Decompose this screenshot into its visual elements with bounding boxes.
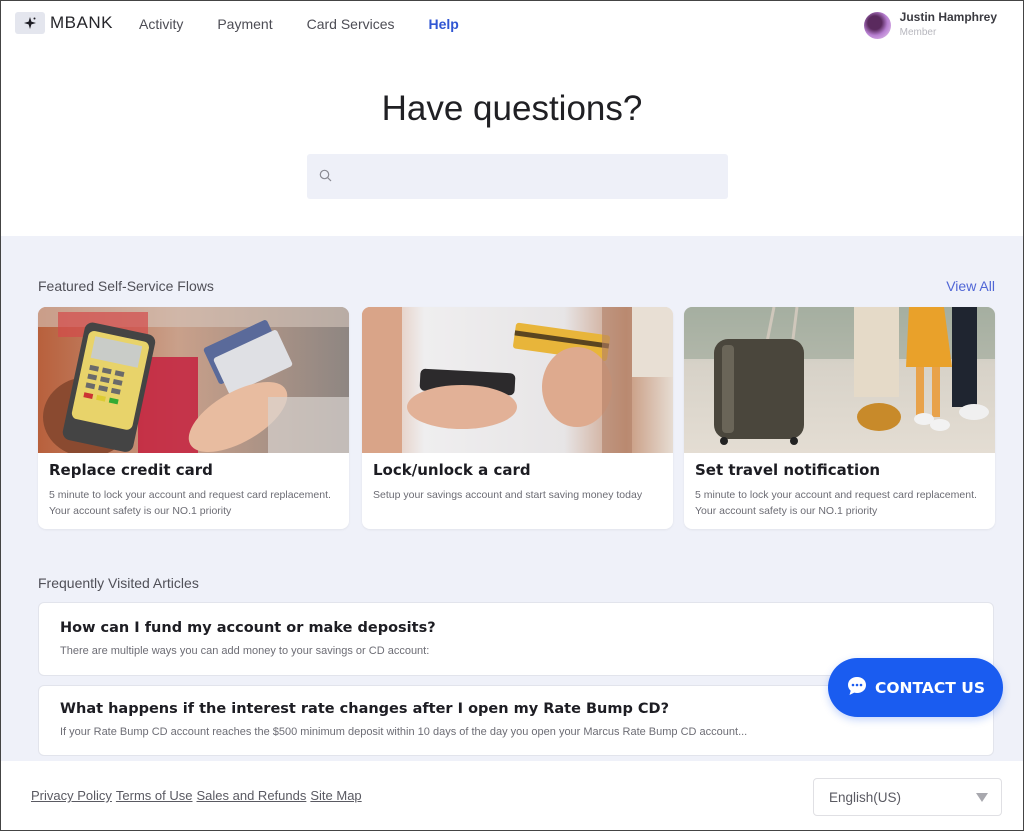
- flow-card-lock-unlock-card[interactable]: Lock/unlock a card Setup your savings ac…: [362, 307, 673, 529]
- chat-bubble-icon: [846, 675, 875, 701]
- flow-card-replace-credit-card[interactable]: Replace credit card 5 minute to lock you…: [38, 307, 349, 529]
- footer-links: Privacy Policy Terms of Use Sales and Re…: [31, 788, 366, 803]
- sparkle-logo-icon: [15, 12, 45, 34]
- card-title: Replace credit card: [49, 461, 213, 479]
- contact-us-label: CONTACT US: [875, 678, 985, 697]
- card-description: Setup your savings account and start sav…: [373, 489, 643, 501]
- card-description: 5 minute to lock your account and reques…: [695, 489, 977, 517]
- nav-payment[interactable]: Payment: [217, 16, 272, 32]
- caret-down-icon: [976, 793, 988, 802]
- search-bar[interactable]: [307, 154, 728, 199]
- articles-section-title: Frequently Visited Articles: [38, 575, 199, 591]
- footer-link-sales-and-refunds[interactable]: Sales and Refunds: [197, 788, 307, 803]
- featured-section-title: Featured Self-Service Flows: [38, 278, 214, 294]
- card-description: 5 minute to lock your account and reques…: [49, 489, 331, 517]
- article-title: What happens if the interest rate change…: [60, 701, 669, 717]
- article-description: If your Rate Bump CD account reaches the…: [60, 726, 748, 738]
- user-name: Justin Hamphrey: [899, 10, 997, 24]
- search-icon: [319, 167, 332, 186]
- language-select[interactable]: English(US): [813, 778, 1002, 816]
- nav-help[interactable]: Help: [429, 16, 459, 32]
- nav-activity[interactable]: Activity: [139, 16, 183, 32]
- user-role: Member: [899, 27, 937, 38]
- top-navigation-bar: MBANK Activity Payment Card Services Hel…: [1, 1, 1023, 49]
- phone-and-card-photo: [362, 307, 673, 453]
- article-title: How can I fund my account or make deposi…: [60, 620, 436, 636]
- language-value: English(US): [829, 789, 902, 805]
- user-profile[interactable]: Justin Hamphrey Member: [863, 10, 997, 39]
- main-nav: Activity Payment Card Services Help: [139, 16, 493, 32]
- avatar[interactable]: [863, 12, 891, 39]
- nav-card-services[interactable]: Card Services: [307, 16, 395, 32]
- page-title: Have questions?: [381, 89, 643, 128]
- view-all-link[interactable]: View All: [946, 278, 995, 294]
- search-input[interactable]: [340, 154, 728, 199]
- contact-us-button[interactable]: CONTACT US: [828, 658, 1003, 717]
- footer-link-privacy-policy[interactable]: Privacy Policy: [31, 788, 112, 803]
- brand-logo[interactable]: MBANK: [15, 12, 113, 34]
- footer-link-terms-of-use[interactable]: Terms of Use: [116, 788, 193, 803]
- footer-link-site-map[interactable]: Site Map: [310, 788, 361, 803]
- flow-card-set-travel-notification[interactable]: Set travel notification 5 minute to lock…: [684, 307, 995, 529]
- travel-luggage-photo: [684, 307, 995, 453]
- card-title: Lock/unlock a card: [373, 461, 531, 479]
- card-payment-terminal-photo: [38, 307, 349, 453]
- article-description: There are multiple ways you can add mone…: [60, 645, 430, 657]
- brand-name: MBANK: [50, 13, 113, 32]
- card-title: Set travel notification: [695, 461, 881, 479]
